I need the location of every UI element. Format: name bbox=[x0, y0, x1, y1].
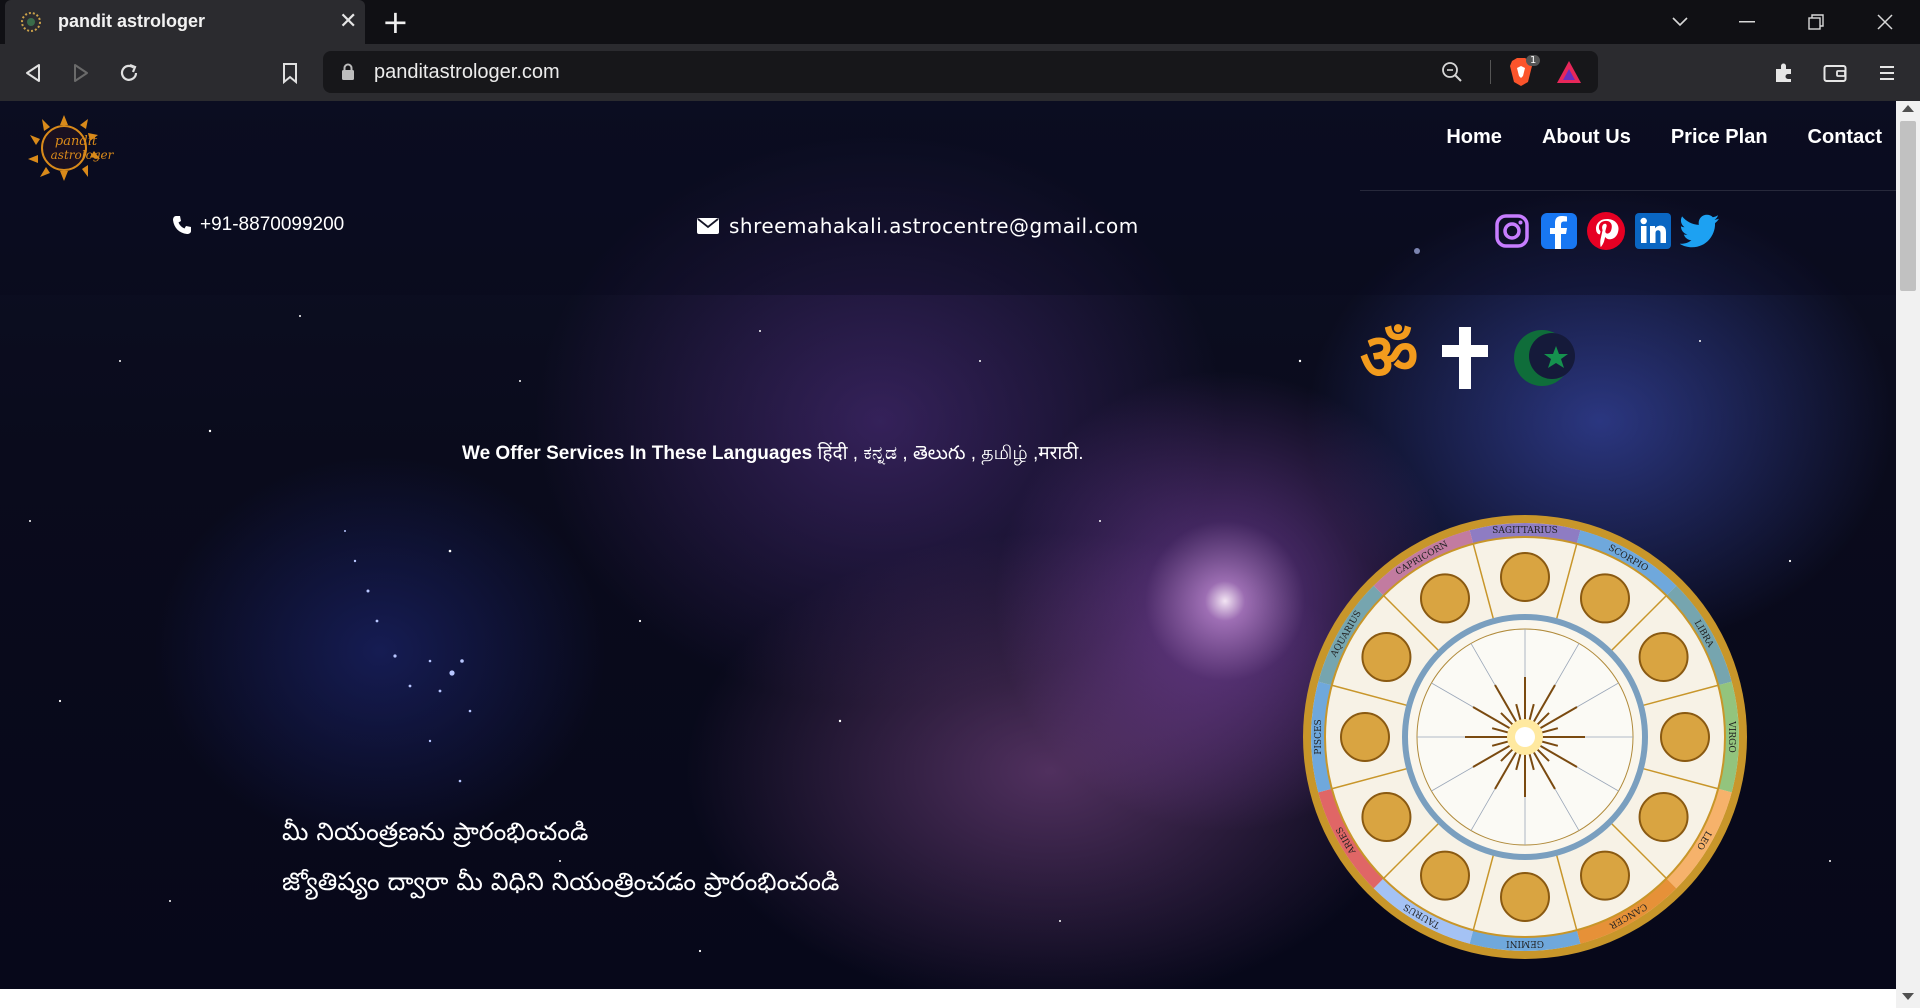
zodiac-sign-figure bbox=[1580, 573, 1630, 624]
main-nav: Home About Us Price Plan Contact bbox=[1446, 126, 1882, 149]
back-icon[interactable] bbox=[18, 58, 48, 88]
lock-icon bbox=[342, 63, 354, 80]
address-bar[interactable]: panditastrologer.com 1 bbox=[323, 51, 1598, 93]
close-window-button[interactable] bbox=[1855, 0, 1915, 44]
page-scrollbar[interactable] bbox=[1896, 101, 1920, 1008]
zodiac-sign-figure bbox=[1638, 792, 1689, 842]
zodiac-sign-figure bbox=[1340, 712, 1390, 762]
social-links bbox=[1492, 211, 1720, 251]
reload-icon[interactable] bbox=[114, 58, 144, 88]
forward-icon[interactable] bbox=[66, 58, 96, 88]
nav-home[interactable]: Home bbox=[1446, 126, 1502, 149]
wheel-sun-core bbox=[1515, 727, 1535, 747]
email-address[interactable]: shreemahakali.astrocentre@gmail.com bbox=[729, 214, 1139, 238]
zodiac-sign-figure bbox=[1361, 632, 1412, 682]
tab-title: pandit astrologer bbox=[58, 11, 206, 31]
site-logo[interactable]: pandit astrologer bbox=[26, 113, 126, 183]
nav-about-us[interactable]: About Us bbox=[1542, 126, 1631, 149]
twitter-icon[interactable] bbox=[1680, 211, 1720, 251]
religion-symbols: ॐ bbox=[1360, 323, 1578, 393]
page-bottom-edge bbox=[0, 989, 1896, 1008]
cross-icon bbox=[1442, 327, 1489, 389]
zodiac-sign-figure bbox=[1638, 632, 1689, 682]
tab-close-icon[interactable]: ✕ bbox=[339, 9, 357, 34]
phone-number[interactable]: +91-8870099200 bbox=[200, 214, 344, 236]
zodiac-sign-figure bbox=[1361, 792, 1412, 842]
zodiac-sign-figure bbox=[1660, 712, 1710, 762]
zodiac-sign-label: SAGITTARIUS bbox=[1492, 526, 1558, 536]
menu-icon[interactable] bbox=[1872, 58, 1902, 88]
facebook-icon[interactable] bbox=[1539, 211, 1579, 251]
bookmark-icon[interactable] bbox=[275, 58, 305, 88]
extensions-icon[interactable] bbox=[1769, 58, 1799, 88]
phone-icon bbox=[173, 216, 191, 234]
zodiac-sign-label: VIRGO bbox=[1726, 720, 1736, 752]
nav-contact[interactable]: Contact bbox=[1808, 126, 1882, 149]
brave-rewards-icon[interactable] bbox=[1555, 59, 1583, 85]
web-page: pandit astrologer Home About Us Price Pl… bbox=[0, 101, 1896, 989]
restore-button[interactable] bbox=[1786, 0, 1846, 44]
url-text[interactable]: panditastrologer.com bbox=[374, 61, 560, 84]
browser-tabbar: pandit astrologer ✕ + bbox=[0, 0, 1920, 44]
zodiac-wheel-image: SAGITTARIUSSCORPIOLIBRAVIRGOLEOCANCERGEM… bbox=[1303, 515, 1747, 959]
zodiac-sign-label: GEMINI bbox=[1506, 938, 1544, 948]
nav-price-plan[interactable]: Price Plan bbox=[1671, 126, 1768, 149]
browser-toolbar: panditastrologer.com 1 bbox=[0, 44, 1920, 101]
wallet-icon[interactable] bbox=[1820, 58, 1850, 88]
zodiac-sign-figure bbox=[1420, 573, 1470, 624]
om-icon: ॐ bbox=[1360, 321, 1419, 395]
scroll-up-arrow-icon[interactable] bbox=[1902, 105, 1914, 112]
zodiac-sign-figure bbox=[1500, 552, 1550, 602]
contact-phone[interactable]: +91-8870099200 bbox=[172, 214, 344, 236]
envelope-icon bbox=[697, 218, 719, 234]
tab-search-icon[interactable] bbox=[1650, 0, 1710, 44]
hero-heading-telugu: మీ నియంత్రణను ప్రారంభించండి bbox=[282, 817, 589, 846]
instagram-icon[interactable] bbox=[1492, 211, 1532, 251]
omnibox-separator bbox=[1490, 60, 1491, 84]
svg-text:pandit: pandit bbox=[55, 134, 98, 149]
zoom-icon[interactable] bbox=[1441, 61, 1463, 83]
minimize-button[interactable] bbox=[1717, 0, 1777, 44]
linkedin-icon[interactable] bbox=[1633, 211, 1673, 251]
hero-subheading-telugu: జ్యోతిష్యం ద్వారా మీ విధిని నియంత్రించడం… bbox=[282, 867, 840, 896]
shields-count-badge: 1 bbox=[1526, 55, 1541, 66]
svg-text:astrologer: astrologer bbox=[51, 148, 115, 162]
site-favicon-icon bbox=[21, 12, 41, 32]
languages-lead: We Offer Services In These Languages bbox=[462, 443, 813, 464]
scroll-down-arrow-icon[interactable] bbox=[1902, 993, 1914, 1000]
crescent-star-icon bbox=[1514, 330, 1576, 386]
zodiac-sign-figure bbox=[1420, 850, 1470, 901]
zodiac-sign-label: PISCES bbox=[1314, 719, 1324, 754]
pinterest-icon[interactable] bbox=[1586, 211, 1626, 251]
header-divider bbox=[1360, 190, 1896, 191]
new-tab-button[interactable]: + bbox=[382, 4, 409, 40]
scroll-thumb[interactable] bbox=[1900, 121, 1916, 291]
zodiac-sign-figure bbox=[1500, 872, 1550, 922]
languages-list: हिंदी , ಕನ್ನಡ , తెలుగు , தமிழ் ,मराठी. bbox=[812, 443, 1084, 464]
languages-statement: We Offer Services In These Languages हिं… bbox=[462, 439, 1084, 469]
zodiac-sign-figure bbox=[1580, 850, 1630, 901]
browser-tab[interactable]: pandit astrologer ✕ bbox=[5, 0, 365, 44]
contact-email[interactable]: shreemahakali.astrocentre@gmail.com bbox=[697, 214, 1139, 238]
